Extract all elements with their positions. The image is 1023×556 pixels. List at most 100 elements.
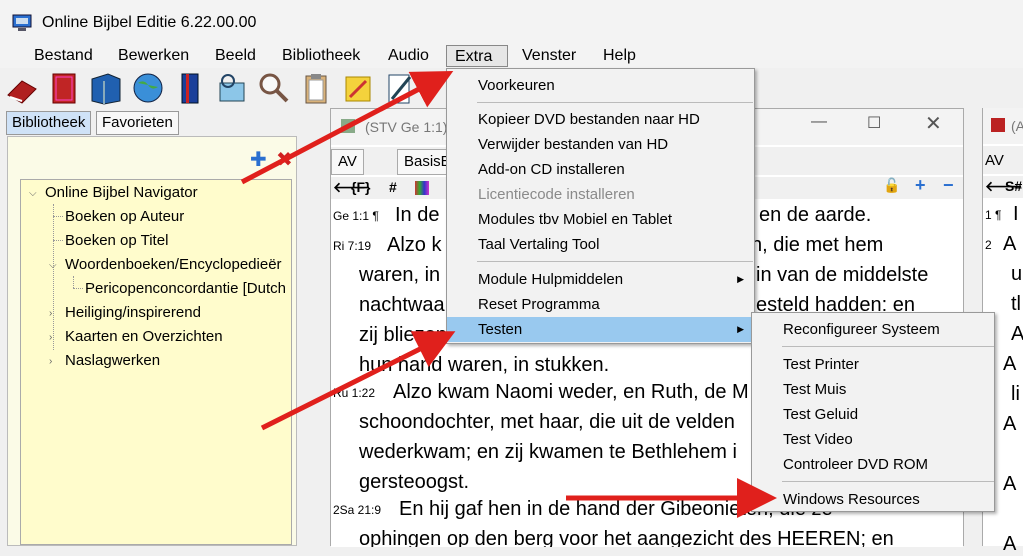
color-bars-icon[interactable] <box>415 181 429 195</box>
menu-item-licentiecode: Licentiecode installeren <box>478 186 635 203</box>
menu-item-taal-vertaling[interactable]: Taal Vertaling Tool <box>447 232 754 257</box>
notes-icon[interactable] <box>340 71 376 105</box>
tree-item-woordenboeken[interactable]: Woordenboeken/Encyclopedieër <box>65 256 282 273</box>
tab-av[interactable]: AV <box>985 152 1004 169</box>
submenu-arrow-icon: ▶ <box>737 324 744 334</box>
submenu-item-test-geluid[interactable]: Test Geluid <box>752 402 994 427</box>
window-book-icon <box>991 118 1005 132</box>
verse-line: li <box>1011 383 1020 405</box>
menu-item-label: Module Hulpmiddelen <box>478 271 624 288</box>
menu-item-reset[interactable]: Reset Programma <box>447 292 754 317</box>
verse-ref[interactable]: Ge 1:1 ¶ <box>333 209 379 223</box>
menu-bewerken[interactable]: Bewerken <box>110 45 197 67</box>
menu-audio[interactable]: Audio <box>380 45 437 67</box>
submenu-item-windows-resources[interactable]: Windows Resources <box>752 487 994 512</box>
lock-icon[interactable]: 🔓 <box>883 177 900 194</box>
minimize-icon[interactable]: — <box>811 113 827 131</box>
collapse-icon[interactable]: ⌵ <box>29 188 37 199</box>
tab-bibliotheek[interactable]: Bibliotheek <box>6 111 92 135</box>
verse-line: wederkwam; en zij kwamen te Bethlehem i <box>359 441 737 463</box>
expand-icon[interactable]: › <box>49 356 52 367</box>
verse-ref[interactable]: Ri 7:19 <box>333 239 371 253</box>
menu-bestand[interactable]: Bestand <box>26 45 101 67</box>
verse-ref[interactable]: 2Sa 21:9 <box>333 503 381 517</box>
submenu-item-controleer-dvd[interactable]: Controleer DVD ROM <box>752 452 994 477</box>
verse-line: A <box>1003 473 1017 495</box>
hash-toggle[interactable]: # <box>389 179 397 195</box>
verse-line: en de aarde. <box>759 204 872 226</box>
menu-item-addon-cd[interactable]: Add-on CD installeren <box>447 157 754 182</box>
verse-line: n, die met hem <box>751 234 884 256</box>
verse-line: gersteoogst. <box>359 471 470 493</box>
dark-book-icon[interactable] <box>172 71 208 105</box>
menu-item-label: Testen <box>478 321 523 338</box>
menu-bibliotheek[interactable]: Bibliotheek <box>274 45 368 67</box>
menu-item-module-hulpmiddelen[interactable]: Module Hulpmiddelen ▶ <box>447 267 754 292</box>
tree-item-heiliging[interactable]: Heiliging/inspirerend <box>65 304 201 321</box>
zoom-out-icon[interactable]: − <box>943 175 954 196</box>
navigator-area: ✚ ✖ ⌵ Online Bijbel Navigator Boeken op … <box>7 136 297 546</box>
zoom-in-icon[interactable]: + <box>915 175 926 196</box>
verse-line: Alzo kwam Naomi weder, en Ruth, de M <box>393 381 749 403</box>
f-toggle[interactable]: {F} <box>351 179 370 195</box>
menu-item-kopieer-dvd[interactable]: Kopieer DVD bestanden naar HD <box>447 107 754 132</box>
map-search-icon[interactable] <box>214 71 250 105</box>
globe-icon[interactable] <box>130 71 166 105</box>
menu-beeld[interactable]: Beeld <box>207 45 264 67</box>
extra-menu: Voorkeuren Kopieer DVD bestanden naar HD… <box>446 68 755 344</box>
verse-line: waren, in <box>359 264 441 286</box>
menu-bar: Bestand Bewerken Beeld Bibliotheek Audio… <box>0 44 1023 68</box>
menu-help[interactable]: Help <box>595 45 644 67</box>
magnifier-icon[interactable] <box>256 71 292 105</box>
expand-icon[interactable]: › <box>49 332 52 343</box>
verse-line: nachtwaa <box>359 294 445 316</box>
menu-item-verwijder[interactable]: Verwijder bestanden van HD <box>447 132 754 157</box>
tree-item-naslagwerken[interactable]: Naslagwerken <box>65 352 160 369</box>
verse-ref[interactable]: 1 ¶ <box>985 208 1001 222</box>
tree-item-kaarten[interactable]: Kaarten en Overzichten <box>65 328 223 345</box>
submenu-item-reconfigureer[interactable]: Reconfigureer Systeem <box>752 317 994 342</box>
submenu-item-test-printer[interactable]: Test Printer <box>752 352 994 377</box>
menu-item-testen[interactable]: Testen ▶ <box>447 317 754 342</box>
verse-line: A <box>1003 233 1017 255</box>
verse-line: tl <box>1011 293 1021 315</box>
notepad-icon[interactable] <box>382 71 418 105</box>
verse-line: A <box>1003 533 1017 555</box>
testen-submenu: Reconfigureer Systeem Test Printer Test … <box>751 312 995 512</box>
tab-av[interactable]: AV <box>331 149 364 175</box>
bible-book-icon[interactable] <box>4 71 40 105</box>
menu-item-voorkeuren[interactable]: Voorkeuren <box>447 73 754 98</box>
remove-icon[interactable]: ✖ <box>276 147 293 172</box>
strong-toggle[interactable]: S# <box>1005 178 1022 194</box>
blue-book-icon[interactable] <box>88 71 124 105</box>
tree-item-auteur[interactable]: Boeken op Auteur <box>65 208 184 225</box>
tree-item-titel[interactable]: Boeken op Titel <box>65 232 168 249</box>
submenu-item-test-video[interactable]: Test Video <box>752 427 994 452</box>
expand-icon[interactable]: › <box>49 308 52 319</box>
navigator-tree: ⌵ Online Bijbel Navigator Boeken op Aute… <box>20 179 292 545</box>
close-icon[interactable]: ✕ <box>925 111 942 136</box>
verse-line: schoondochter, met haar, die uit de veld… <box>359 411 735 433</box>
verse-line: A <box>1011 323 1023 345</box>
tree-item-pericopen[interactable]: Pericopenconcordantie [Dutch <box>85 280 286 297</box>
red-book-icon[interactable] <box>46 71 82 105</box>
verse-line: In de <box>395 204 440 226</box>
verse-ref[interactable]: Ru 1:22 <box>333 386 375 400</box>
library-panel: Bibliotheek Favorieten ✚ ✖ ⌵ Online Bijb… <box>0 108 300 546</box>
menu-extra[interactable]: Extra <box>446 45 508 67</box>
submenu-item-test-muis[interactable]: Test Muis <box>752 377 994 402</box>
tab-favorieten[interactable]: Favorieten <box>96 111 179 135</box>
maximize-icon[interactable]: ☐ <box>867 113 881 133</box>
menu-venster[interactable]: Venster <box>514 45 584 67</box>
verse-line: u <box>1011 263 1023 285</box>
window-title: Online Bijbel Editie 6.22.00.00 <box>42 14 257 31</box>
verse-line: A <box>1003 413 1017 435</box>
verse-line: Alzo k <box>387 234 442 256</box>
tree-item-navigator[interactable]: Online Bijbel Navigator <box>45 184 198 201</box>
collapse-icon[interactable]: ⌵ <box>49 260 57 271</box>
clipboard-icon[interactable] <box>298 71 334 105</box>
add-icon[interactable]: ✚ <box>250 147 267 172</box>
verse-ref[interactable]: 2 <box>985 238 992 252</box>
window-book-icon <box>341 119 355 133</box>
menu-item-modules-mobiel[interactable]: Modules tbv Mobiel en Tablet <box>447 207 754 232</box>
